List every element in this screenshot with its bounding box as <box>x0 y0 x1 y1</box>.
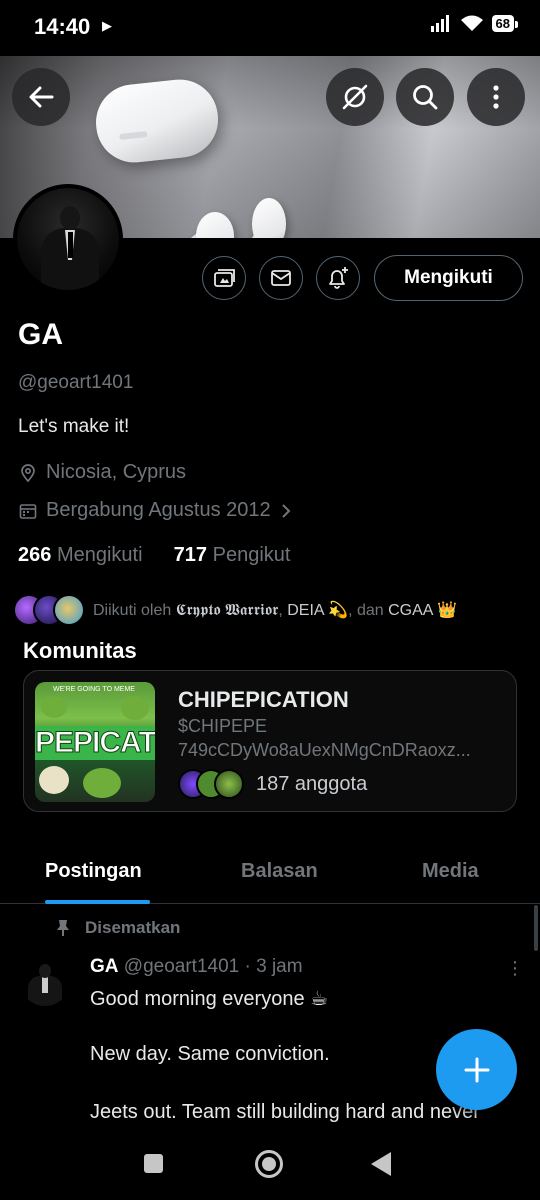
wifi-icon <box>460 15 483 31</box>
community-section-title: Komunitas <box>23 638 137 663</box>
signal-icon <box>430 15 449 32</box>
post-more-icon[interactable]: ⋮ <box>506 958 524 979</box>
profile-bio: Let's make it! <box>18 416 130 437</box>
community-address: 749cCDyWo8aUexNMgCnDRaoxz... <box>178 740 471 760</box>
post-text-line: Jeets out. Team still building hard and … <box>90 1101 480 1123</box>
home-button[interactable] <box>255 1150 283 1178</box>
profile-tabs: Postingan Balasan Media <box>0 840 540 904</box>
profile-name: GA <box>18 318 63 351</box>
profile-handle: @geoart1401 <box>18 372 134 393</box>
joined-text: Bergabung Agustus 2012 <box>46 499 271 521</box>
status-bar: 14:40 ▶ 68 <box>0 0 540 56</box>
scrollbar[interactable] <box>534 905 538 951</box>
arrow-left-icon <box>29 86 54 108</box>
battery-indicator: 68 <box>491 14 519 32</box>
system-navigation-bar <box>0 1128 540 1200</box>
community-name: CHIPEPICATION <box>178 687 349 712</box>
follower-avatar <box>53 594 85 626</box>
pinned-text: Disematkan <box>85 918 181 937</box>
pinned-label: Disematkan <box>55 918 180 938</box>
tab-media[interactable]: Media <box>422 860 479 883</box>
post-avatar[interactable] <box>20 956 70 1006</box>
member-avatar <box>214 769 244 799</box>
followed-by-text: Diikuti oleh 𝕮𝖗𝖞𝖕𝖙𝖔 𝖂𝖆𝖗𝖗𝖎𝖔𝖗, DEIA 💫, dan… <box>93 602 457 619</box>
compose-post-button[interactable] <box>436 1029 517 1110</box>
post-handle: @geoart1401 <box>123 956 240 977</box>
post-author[interactable]: GA <box>90 956 119 977</box>
profile-stats: 266 Mengikuti 717 Pengikut <box>18 544 290 567</box>
recent-apps-button[interactable] <box>144 1154 163 1173</box>
following-stat[interactable]: 266 Mengikuti <box>18 544 143 566</box>
profile-location: Nicosia, Cyprus <box>18 461 186 484</box>
active-tab-indicator <box>45 900 150 904</box>
followed-by[interactable]: Diikuti oleh 𝕮𝖗𝖞𝖕𝖙𝖔 𝖂𝖆𝖗𝖗𝖎𝖔𝖗, DEIA 💫, dan… <box>13 594 457 626</box>
no-connection-button[interactable] <box>326 68 384 126</box>
mail-icon <box>271 270 291 286</box>
community-members: 187 anggota <box>178 769 367 799</box>
tab-replies[interactable]: Balasan <box>241 860 318 883</box>
subscriptions-button[interactable] <box>202 256 246 300</box>
notify-button[interactable] <box>316 256 360 300</box>
more-options-button[interactable] <box>467 68 525 126</box>
post-time: · 3 jam <box>244 956 303 977</box>
more-vertical-icon <box>493 85 499 109</box>
following-button[interactable]: Mengikuti <box>374 255 523 301</box>
status-time: 14:40 <box>34 14 91 39</box>
play-icon: ▶ <box>102 18 112 33</box>
member-count: 187 anggota <box>256 772 368 795</box>
subscriptions-icon <box>214 269 235 287</box>
location-pin-icon <box>21 463 35 482</box>
chevron-right-icon <box>281 503 291 518</box>
post-text-line: Good morning everyone ☕ <box>90 988 329 1010</box>
tab-posts[interactable]: Postingan <box>45 860 142 883</box>
calendar-icon <box>19 503 37 519</box>
no-connection-icon <box>342 84 368 110</box>
community-image: WE'RE GOING TO MEME PEPICAT <box>35 682 155 802</box>
community-card[interactable]: WE'RE GOING TO MEME PEPICAT CHIPEPICATIO… <box>23 670 517 812</box>
profile-joined[interactable]: Bergabung Agustus 2012 <box>18 499 293 522</box>
message-button[interactable] <box>259 256 303 300</box>
location-text: Nicosia, Cyprus <box>46 461 187 483</box>
followers-stat[interactable]: 717 Pengikut <box>174 544 291 566</box>
plus-icon <box>464 1057 489 1082</box>
profile-avatar[interactable] <box>13 184 123 294</box>
post-header: GA @geoart1401 · 3 jam <box>90 956 303 978</box>
bell-plus-icon <box>329 267 348 289</box>
status-icons: 68 <box>430 14 519 32</box>
pin-icon <box>57 920 69 936</box>
community-ticker: $CHIPEPE <box>178 716 268 736</box>
system-back-button[interactable] <box>371 1152 391 1176</box>
back-button[interactable] <box>12 68 70 126</box>
search-icon <box>413 85 438 110</box>
post-text-line: New day. Same conviction. <box>90 1043 330 1065</box>
search-button[interactable] <box>396 68 454 126</box>
